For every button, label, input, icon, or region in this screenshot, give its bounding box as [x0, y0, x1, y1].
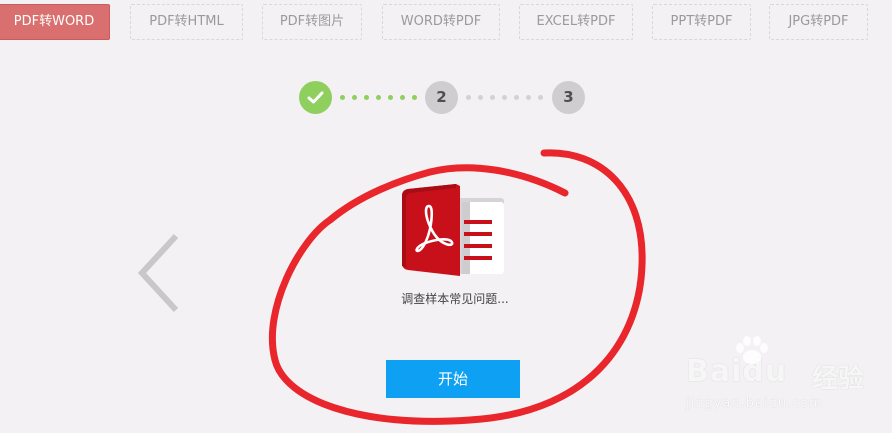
baidu-watermark: Baidu 经验 jingyan.baidu.com: [682, 336, 882, 416]
tab-word-to-pdf[interactable]: WORD转PDF: [382, 4, 500, 40]
watermark-product: 经验: [812, 364, 865, 394]
tab-jpg-to-pdf[interactable]: JPG转PDF: [769, 4, 868, 40]
prev-button[interactable]: [134, 232, 180, 318]
step-3: 3: [552, 81, 585, 114]
watermark-url: jingyan.baidu.com: [686, 396, 823, 411]
start-button[interactable]: 开始: [386, 360, 520, 398]
pdf-icon: [402, 184, 504, 276]
tab-ppt-to-pdf[interactable]: PPT转PDF: [652, 4, 751, 40]
paw-icon: [736, 336, 768, 364]
tab-pdf-to-image[interactable]: PDF转图片: [262, 4, 362, 40]
file-name-label: 调查样本常见问题...: [401, 292, 509, 306]
step-2: 2: [425, 81, 458, 114]
pdf-converter-page: PDF转WORD PDF转HTML PDF转图片 WORD转PDF EXCEL转…: [0, 0, 892, 433]
check-icon: [307, 91, 324, 104]
tab-pdf-to-html[interactable]: PDF转HTML: [130, 4, 243, 40]
step-1-done: [299, 81, 332, 114]
pdf-file-icon[interactable]: [398, 184, 508, 284]
tab-pdf-to-word[interactable]: PDF转WORD: [0, 4, 110, 40]
step-connector-2: [464, 95, 546, 101]
step-connector-1: [338, 95, 420, 101]
chevron-left-icon: [137, 233, 179, 313]
tab-excel-to-pdf[interactable]: EXCEL转PDF: [519, 4, 633, 40]
